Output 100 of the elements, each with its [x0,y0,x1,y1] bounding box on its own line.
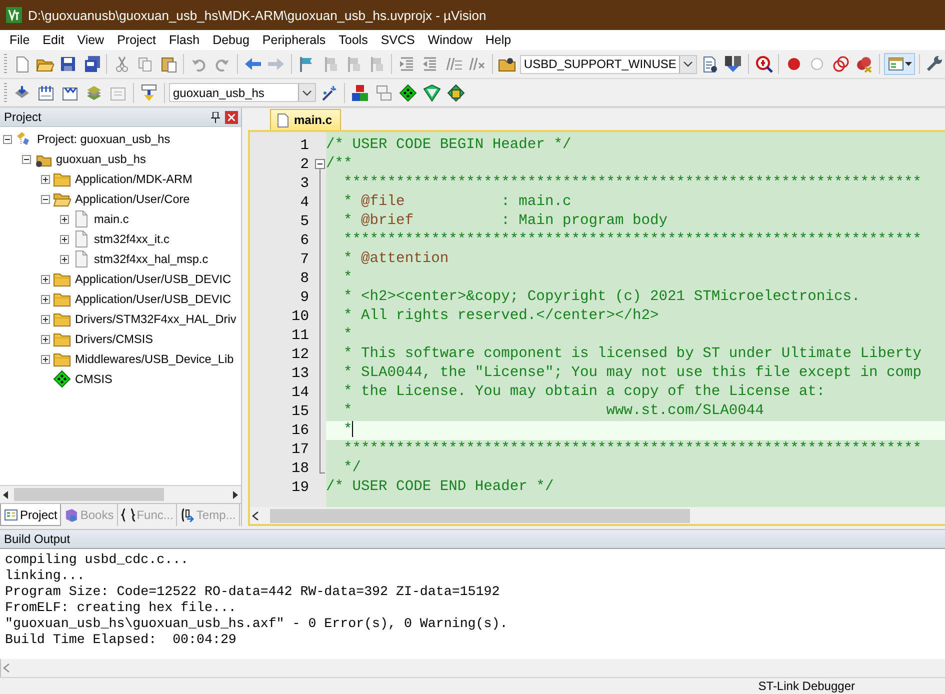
code-line: * [342,269,354,288]
uncomment-icon [468,55,486,73]
menu-item[interactable]: Window [421,33,479,47]
line-number: 18 [290,460,310,476]
line-number: 3 [299,176,310,192]
tree-item[interactable]: stm32f4xx_it.c [93,232,170,246]
expander-button[interactable] [60,234,69,244]
menu-item[interactable]: Tools [332,33,374,47]
plus-icon [61,236,68,242]
code-line: */ [342,459,362,478]
tree-item[interactable]: Application/User/USB_DEVIC [74,292,232,306]
line-number: 7 [299,252,310,268]
dropdown-field[interactable]: guoxuan_usb_hs [169,83,316,102]
menu-item[interactable]: Debug [206,33,256,47]
expander-button[interactable] [60,254,69,264]
menu-item[interactable]: Help [478,33,518,47]
expander-button[interactable] [3,134,12,144]
menu-item[interactable]: SVCS [374,33,422,47]
tree-item[interactable]: Application/MDK-ARM [74,172,192,186]
menu-item[interactable]: Project [110,33,162,47]
save-all-icon [82,55,101,73]
close-button[interactable] [225,110,238,124]
dotted-diamond-icon [399,84,417,102]
line-number: 1 [299,138,310,154]
output-line: compiling usbd_cdc.c... [5,552,190,568]
menu-item[interactable]: View [70,33,111,47]
menu-item[interactable]: Edit [36,33,71,47]
code-line: ****************************************************************** [342,231,923,250]
line-number: 19 [290,480,310,496]
panel-tab[interactable]: Project [0,504,62,526]
expander-button[interactable] [41,194,50,204]
braces-icon [120,508,135,522]
expander-button[interactable] [41,354,50,364]
app-logo-icon [6,7,22,23]
expander-button[interactable] [60,214,69,224]
line-number: 2 [299,156,310,172]
blocks-icon [351,84,369,102]
expander-button[interactable] [22,154,31,164]
chevron-down-icon [683,60,694,68]
menu-item[interactable]: Flash [162,33,206,47]
file-icon [277,112,289,128]
horizontal-scrollbar[interactable] [250,507,945,524]
tree-item[interactable]: guoxuan_usb_hs [55,152,146,166]
window-layout-button[interactable] [884,53,915,75]
code-line: * @attention [342,250,450,269]
line-number: 12 [290,346,310,362]
tree-item[interactable]: Application/User/USB_DEVIC [74,272,232,286]
plus-icon [42,336,49,342]
find-document-icon [701,55,720,73]
chevron-down-icon [302,88,312,96]
menu-item[interactable]: Peripherals [256,33,332,47]
tree-item[interactable]: Drivers/CMSIS [74,332,153,346]
books-icon [64,508,78,522]
line-number: 11 [290,328,310,344]
line-number: 13 [290,366,310,382]
save-icon [59,55,78,73]
code-line: * SLA0044, the "License"; You may not use this file except in comp [342,364,923,383]
back-arrow-icon [244,55,262,73]
line-number: 4 [299,194,310,210]
component-icon [53,370,71,388]
code-line: ****************************************************************** [342,440,923,459]
forward-arrow-icon [267,55,286,73]
line-number: 14 [290,384,310,400]
tree-item[interactable]: stm32f4xx_hal_msp.c [93,252,208,266]
plus-icon [42,296,49,302]
line-number: 6 [299,232,310,248]
code-line: * <h2><center>&copy; Copyright (c) 2021 STMicroelectronics. [342,288,862,307]
tree-item[interactable]: Middlewares/USB_Device_Lib [74,352,234,366]
debugger-status: ST-Link Debugger [758,679,855,693]
file-tab[interactable]: main.c [270,109,342,130]
double-circle-icon [832,55,850,73]
menu-item[interactable]: File [3,33,36,47]
tree-item[interactable]: Application/User/Core [74,192,190,206]
pin-button[interactable] [209,111,221,123]
tree-item[interactable]: Project: guoxuan_usb_hs [36,132,170,146]
line-number: 16 [290,422,310,438]
dropdown-field[interactable]: USBD_SUPPORT_WINUSE [520,54,698,74]
line-number: 5 [299,214,310,230]
plus-icon [42,276,49,282]
tree-item[interactable]: Drivers/STM32F4xx_HAL_Driv [74,312,236,326]
expander-button[interactable] [41,334,50,344]
expander-button[interactable] [41,314,50,324]
code-line: * [342,326,354,345]
stack-windows-icon [375,84,393,102]
dotted-diamond-button[interactable] [397,82,419,104]
window-layout-icon [886,55,905,73]
tree-item[interactable]: CMSIS [74,372,112,386]
expander-button[interactable] [41,294,50,304]
expander-button[interactable] [41,274,50,284]
indent-icon [398,55,416,73]
code-line: * This software component is licensed by ST under Ultimate Liberty [342,345,923,364]
expander-button[interactable] [41,174,50,184]
magic-wand-icon [320,84,338,102]
horizontal-scrollbar[interactable] [0,485,241,503]
tree-item[interactable]: main.c [93,212,129,226]
line-number: 9 [299,290,310,306]
code-line: ****************************************************************** [342,174,923,193]
panel-title: Project [4,110,42,124]
close-icon [228,114,235,120]
code-line: /* USER CODE BEGIN Header */ [326,136,572,155]
